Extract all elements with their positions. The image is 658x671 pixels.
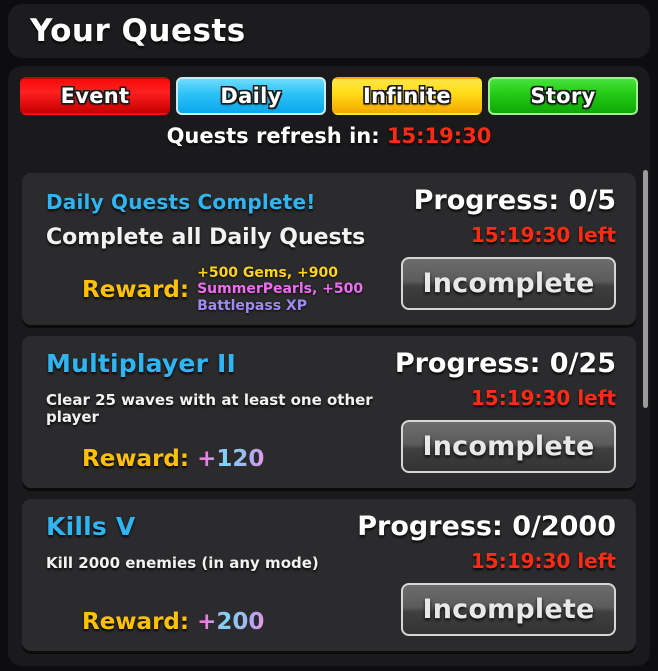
- tabs-panel: Event Daily Infinite Story Quests refres…: [8, 66, 650, 170]
- tab-event[interactable]: Event: [20, 77, 170, 115]
- reward-label: Reward:: [82, 446, 190, 472]
- quest-time-left: 15:19:30 left: [470, 549, 616, 573]
- reward-part-gems: +500 Gems, +900: [197, 264, 338, 281]
- tab-infinite-label: Infinite: [363, 84, 451, 108]
- quest-progress: Progress: 0/25: [394, 348, 616, 379]
- tab-infinite[interactable]: Infinite: [332, 77, 482, 115]
- quest-status-button[interactable]: Incomplete: [401, 420, 616, 473]
- quest-list: Daily Quests Complete! Complete all Dail…: [8, 170, 650, 666]
- quest-time-left: 15:19:30 left: [470, 223, 616, 247]
- refresh-timer-value: 15:19:30: [386, 124, 492, 148]
- quest-status-button[interactable]: Incomplete: [401, 583, 616, 636]
- quest-card[interactable]: Daily Quests Complete! Complete all Dail…: [22, 173, 636, 325]
- reward-label: Reward:: [82, 276, 190, 303]
- page-title: Your Quests: [30, 13, 246, 49]
- tab-bar: Event Daily Infinite Story: [20, 77, 638, 115]
- quest-progress: Progress: 0/5: [413, 185, 616, 216]
- card-divider: [8, 488, 650, 499]
- quest-title: Multiplayer II: [46, 349, 237, 378]
- reward-value: +120: [197, 446, 265, 472]
- scrollbar-thumb[interactable]: [643, 170, 648, 408]
- quest-description: Clear 25 waves with at least one other p…: [46, 391, 373, 427]
- quest-card[interactable]: Multiplayer II Clear 25 waves with at le…: [22, 336, 636, 488]
- quest-reward: Reward: +200: [82, 609, 264, 635]
- quest-reward: Reward: +500 Gems, +900 SummerPearls, +5…: [82, 265, 377, 315]
- header-panel: Your Quests: [8, 4, 650, 58]
- refresh-timer-label: Quests refresh in:: [166, 124, 380, 148]
- tab-daily[interactable]: Daily: [176, 77, 326, 115]
- quest-status-button[interactable]: Incomplete: [401, 257, 616, 310]
- tab-daily-label: Daily: [220, 84, 282, 108]
- tab-story[interactable]: Story: [488, 77, 638, 115]
- reward-value-group: +500 Gems, +900 SummerPearls, +500 Battl…: [197, 265, 377, 315]
- quest-time-left: 15:19:30 left: [470, 386, 616, 410]
- tab-story-label: Story: [530, 84, 596, 108]
- quest-title: Daily Quests Complete!: [46, 190, 316, 214]
- quests-window: Your Quests Event Daily Infinite Story Q…: [0, 0, 658, 671]
- tab-event-label: Event: [60, 84, 130, 108]
- quest-progress: Progress: 0/2000: [357, 511, 616, 542]
- quest-title: Kills V: [46, 512, 136, 541]
- reward-part-battlepass: Battlepass XP: [197, 298, 307, 315]
- card-divider: [8, 325, 650, 336]
- reward-part-pearls: SummerPearls, +500: [197, 281, 364, 298]
- quest-status-label: Incomplete: [422, 431, 595, 462]
- quest-status-label: Incomplete: [422, 594, 595, 625]
- reward-value: +200: [197, 609, 265, 635]
- quest-card[interactable]: Kills V Kill 2000 enemies (in any mode) …: [22, 499, 636, 651]
- quest-description: Complete all Daily Quests: [46, 225, 366, 250]
- quest-description: Kill 2000 enemies (in any mode): [46, 554, 319, 572]
- refresh-timer-row: Quests refresh in: 15:19:30: [8, 124, 650, 148]
- quest-reward: Reward: +120: [82, 446, 264, 472]
- list-bottom-fade: [8, 656, 650, 666]
- reward-label: Reward:: [82, 609, 190, 635]
- quest-status-label: Incomplete: [422, 268, 595, 299]
